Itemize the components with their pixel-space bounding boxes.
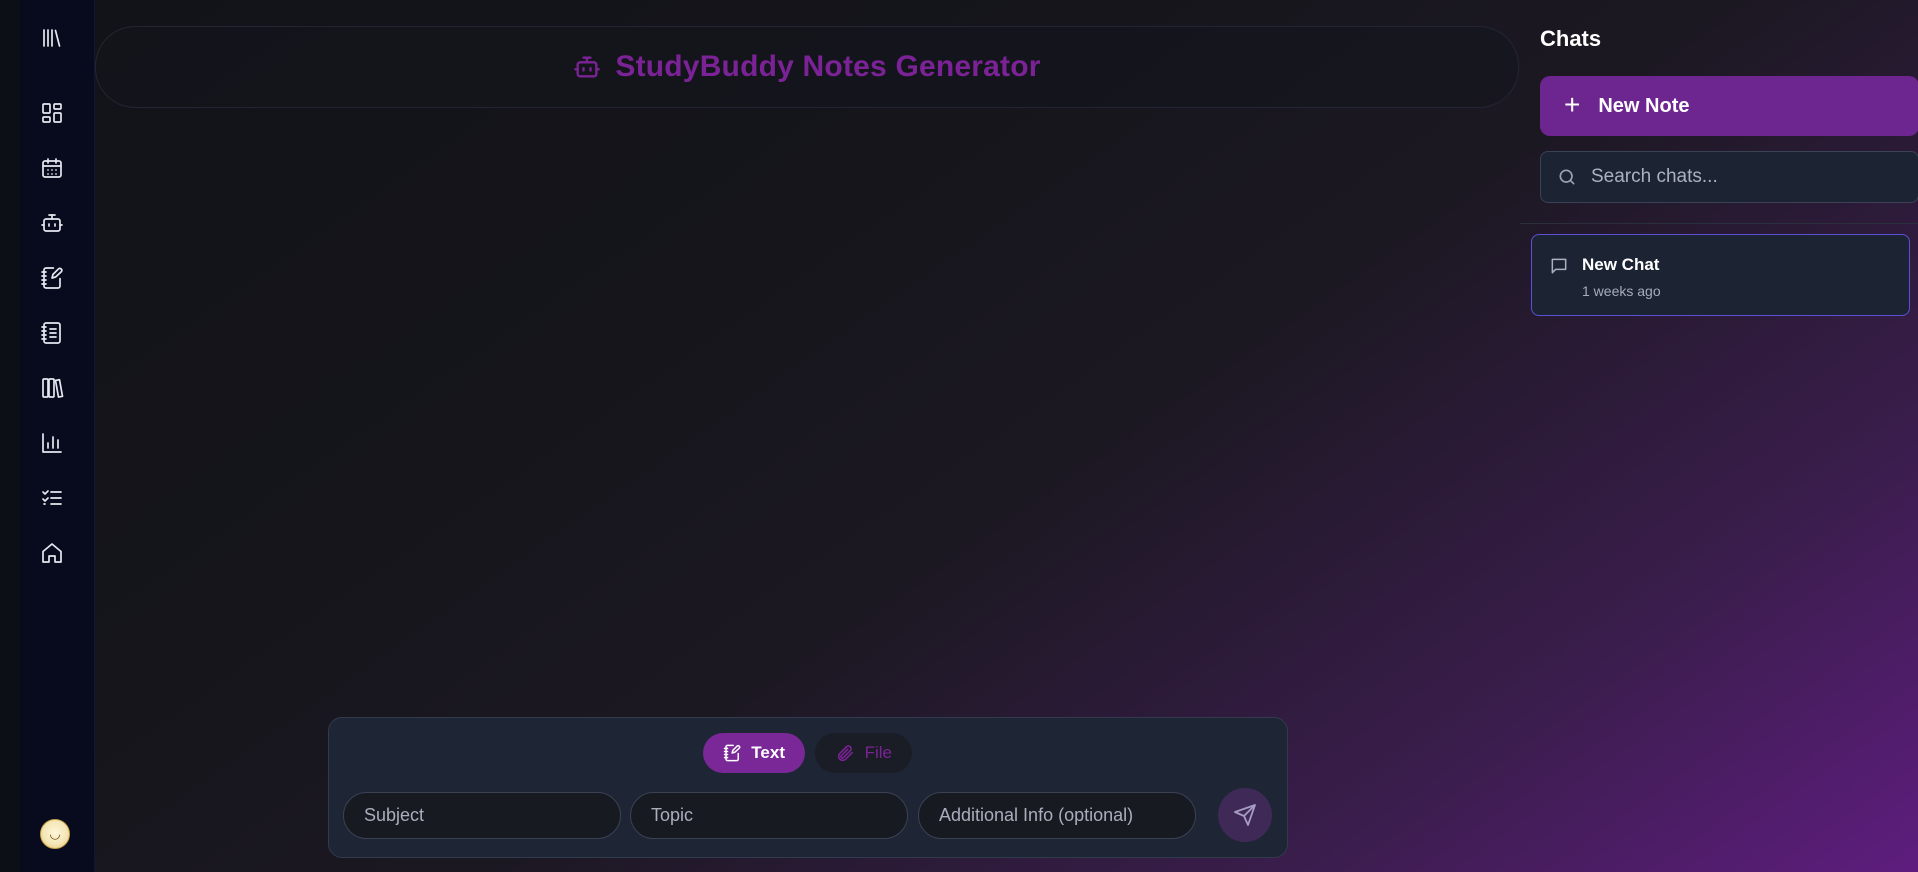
calendar-icon[interactable] <box>38 154 66 182</box>
note-composer: Text File <box>328 717 1288 858</box>
bar-chart-icon[interactable] <box>38 429 66 457</box>
plus-icon: + <box>1564 88 1581 120</box>
topic-input[interactable] <box>630 792 908 839</box>
message-icon <box>1551 258 1567 274</box>
new-note-label: New Note <box>1598 94 1690 117</box>
notebook-icon[interactable] <box>38 319 66 347</box>
chats-panel: Chats + New Note New Chat 1 weeks ago <box>1520 0 1918 872</box>
text-mode-label: Text <box>751 743 785 762</box>
home-icon[interactable] <box>38 539 66 567</box>
library-icon[interactable] <box>38 24 66 52</box>
avatar-face-icon: ◡ <box>49 826 61 841</box>
chat-name: New Chat <box>1582 255 1660 274</box>
bot-icon <box>574 56 601 78</box>
chat-list-item[interactable]: New Chat 1 weeks ago <box>1531 234 1910 316</box>
subject-input[interactable] <box>343 792 621 839</box>
dashboard-icon[interactable] <box>38 99 66 127</box>
new-note-button[interactable]: + New Note <box>1540 76 1918 136</box>
chat-timestamp: 1 weeks ago <box>1582 283 1661 299</box>
books-icon[interactable] <box>38 374 66 402</box>
paperclip-icon <box>837 745 853 762</box>
chats-heading: Chats <box>1540 26 1602 51</box>
input-mode-toggle: Text File <box>703 733 912 773</box>
send-icon <box>1234 804 1256 826</box>
text-mode-button[interactable]: Text <box>703 733 805 773</box>
icon-sidebar: ◡ <box>20 0 95 872</box>
checklist-icon[interactable] <box>38 484 66 512</box>
notebook-pen-icon <box>723 744 741 762</box>
divider <box>1520 223 1918 224</box>
file-mode-label: File <box>864 743 892 762</box>
search-icon <box>1559 169 1575 185</box>
file-mode-button[interactable]: File <box>815 733 912 773</box>
window-edge <box>0 0 20 872</box>
page-header: StudyBuddy Notes Generator <box>95 26 1519 108</box>
chat-search <box>1540 151 1918 203</box>
additional-info-input[interactable] <box>918 792 1196 839</box>
notebook-pen-icon[interactable] <box>38 264 66 292</box>
bot-icon[interactable] <box>38 209 66 237</box>
page-title: StudyBuddy Notes Generator <box>615 50 1041 83</box>
search-input[interactable] <box>1591 166 1891 188</box>
send-button[interactable] <box>1218 788 1272 842</box>
user-avatar[interactable]: ◡ <box>40 819 70 849</box>
